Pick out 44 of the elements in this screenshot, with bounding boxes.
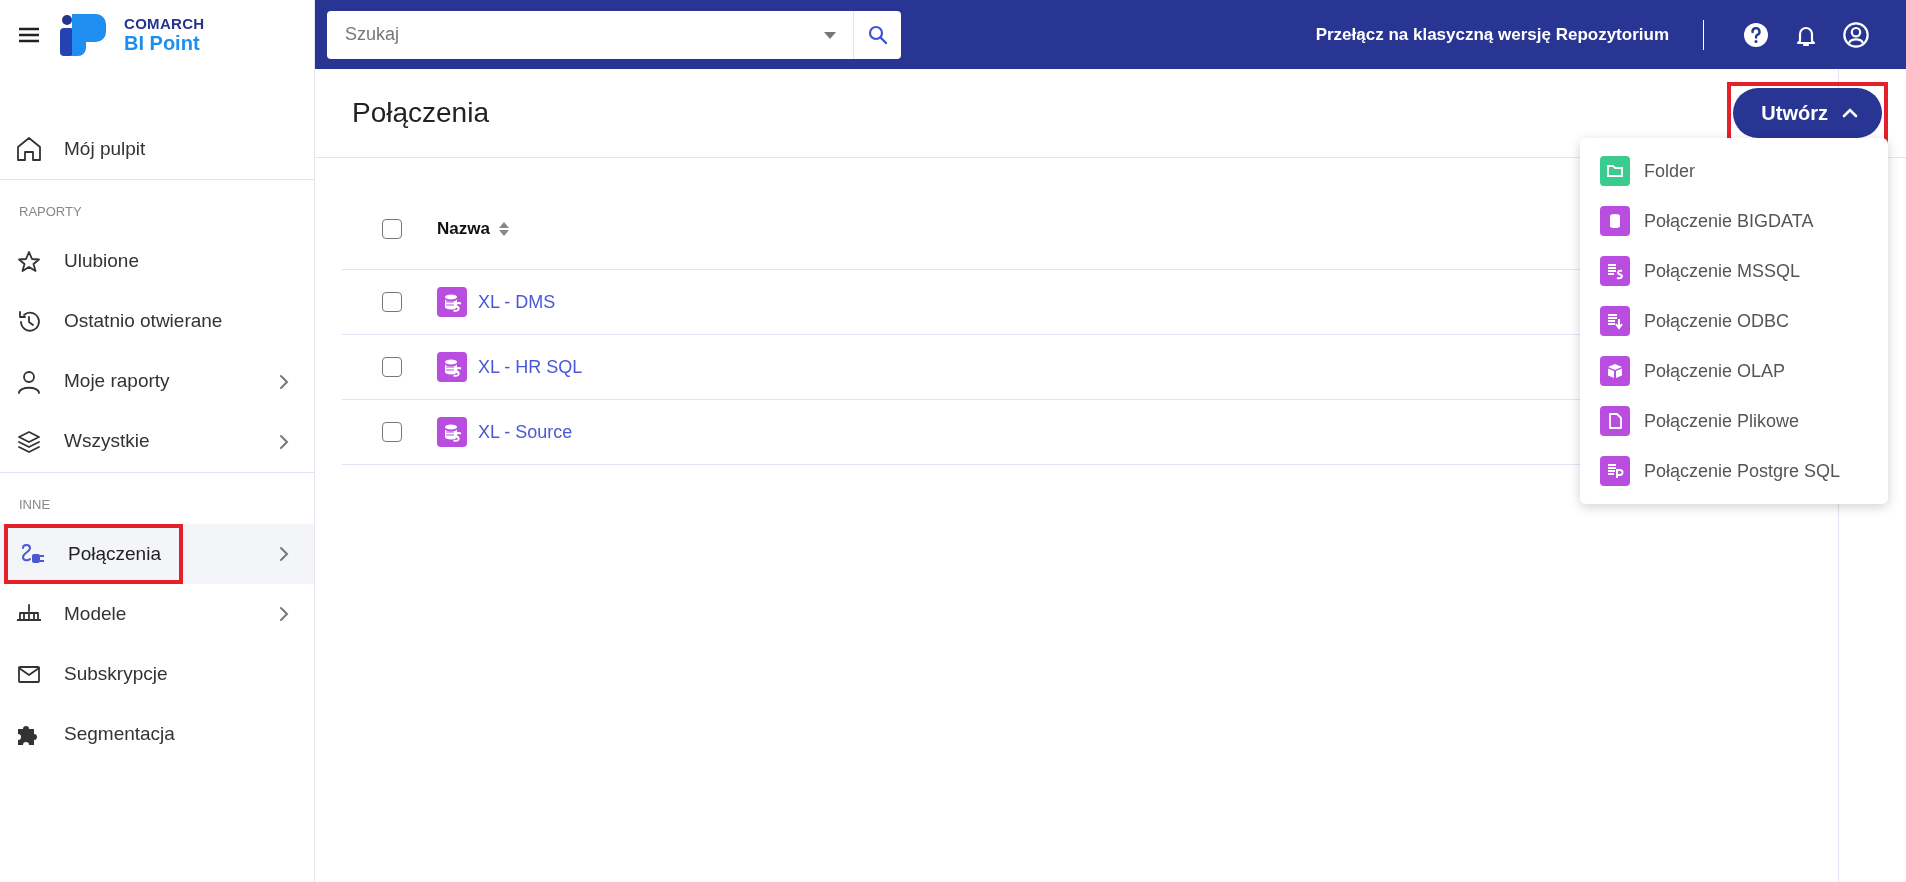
brand-name: COMARCH	[124, 16, 205, 31]
select-all-checkbox[interactable]	[382, 218, 402, 239]
sidebar-item[interactable]: Moje raporty	[0, 351, 314, 412]
menu-item[interactable]: Połączenie OLAP	[1580, 346, 1888, 396]
help-icon	[1742, 20, 1770, 49]
sidebar-item[interactable]: Mój pulpit	[0, 119, 314, 179]
column-header[interactable]: Nazwa	[437, 215, 490, 242]
database-icon	[437, 287, 467, 317]
search-field[interactable]: Szukaj	[327, 20, 823, 49]
row-checkbox[interactable]	[382, 357, 402, 377]
search-bar[interactable]: Szukaj	[327, 10, 901, 59]
user-account-icon	[1842, 20, 1870, 49]
menu-item[interactable]: Połączenie Postgre SQL	[1580, 446, 1888, 496]
row-checkbox[interactable]	[382, 422, 402, 442]
product-name: BI Point	[124, 33, 201, 53]
menu-item[interactable]: Połączenie ODBC	[1580, 296, 1888, 346]
database-icon	[437, 417, 467, 447]
sidebar-item[interactable]: Wszystkie	[0, 411, 314, 472]
create-button[interactable]: Utwórz	[1733, 88, 1882, 138]
sidebar-item[interactable]: Połączenia	[0, 524, 314, 584]
sidebar-item[interactable]: Ulubione	[0, 231, 314, 292]
row-checkbox[interactable]	[382, 292, 402, 312]
menu-item[interactable]: Połączenie Plikowe	[1580, 396, 1888, 446]
connection-link[interactable]: XL - HR SQL	[478, 353, 583, 381]
sort-icon	[497, 220, 510, 237]
menu-item[interactable]: Połączenie BIGDATA	[1580, 196, 1888, 246]
menu-item[interactable]: Folder	[1580, 146, 1888, 196]
chevron-up-icon	[1842, 107, 1858, 119]
logo-icon	[60, 13, 106, 56]
highlight-frame: Połączenia	[4, 524, 183, 584]
sidebar-item[interactable]: Subskrypcje	[0, 644, 314, 704]
home-icon	[14, 134, 44, 164]
connection-link[interactable]: XL - Source	[478, 418, 573, 446]
caret-down-icon	[823, 29, 837, 40]
sidebar-item[interactable]: Modele	[0, 584, 314, 644]
sidebar-item[interactable]: Ostatnio otwierane	[0, 291, 314, 352]
sidebar-item[interactable]: Segmentacja	[0, 704, 314, 764]
switch-version-link[interactable]: Przełącz na klasyczną wersję Repozytorium	[1315, 21, 1669, 48]
section-heading: RAPORTY	[0, 179, 314, 232]
search-icon	[867, 24, 888, 45]
menu-item[interactable]: Połączenie MSSQL	[1580, 246, 1888, 296]
page-title: Połączenia	[352, 96, 489, 130]
database-icon	[437, 352, 467, 382]
connection-link[interactable]: XL - DMS	[478, 288, 556, 316]
